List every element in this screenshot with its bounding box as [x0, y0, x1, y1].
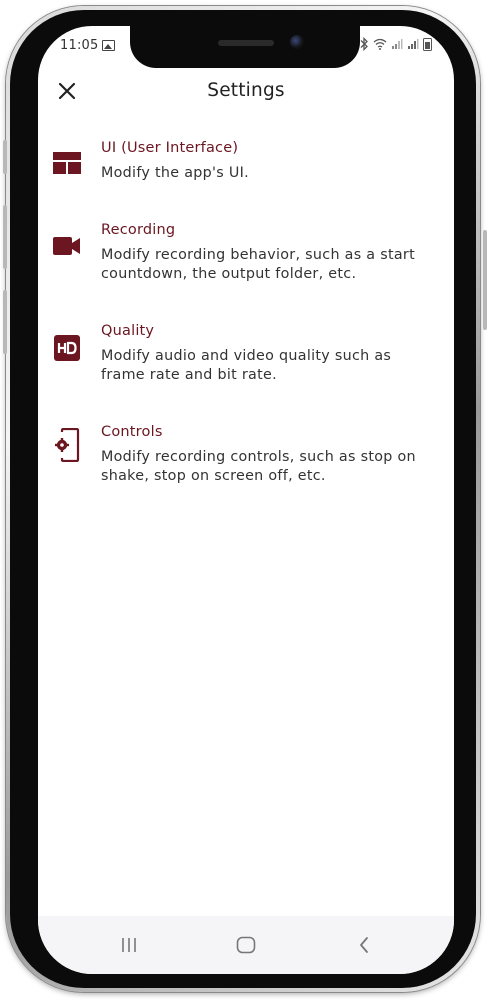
recent-apps-icon [122, 938, 136, 952]
notch [130, 26, 360, 68]
status-icons [359, 37, 432, 51]
status-time: 11:05 [60, 38, 99, 53]
video-camera-icon [53, 237, 80, 255]
home-button[interactable] [231, 930, 261, 960]
side-button-left-middle [3, 205, 7, 269]
settings-item-description: Modify the app's UI. [101, 165, 249, 181]
settings-item-title: Controls [101, 424, 163, 440]
settings-item-description: Modify recording controls, such as stop … [101, 449, 416, 484]
home-icon [236, 936, 256, 954]
settings-item-title: Quality [101, 323, 155, 339]
phone-settings-icon-wrap [52, 428, 82, 462]
settings-item-title: Recording [101, 222, 176, 238]
signal-icon-1 [392, 39, 403, 49]
page-title: Settings [207, 80, 285, 101]
settings-item-description: Modify recording behavior, such as a sta… [101, 247, 416, 282]
signal-icon-2 [408, 39, 419, 49]
recent-apps-button[interactable] [114, 930, 144, 960]
layout-icon-wrap [52, 148, 82, 178]
back-icon [360, 937, 368, 953]
navigation-bar [38, 916, 454, 974]
earpiece-speaker [218, 40, 274, 46]
gallery-notification-icon [102, 40, 115, 51]
back-button[interactable] [349, 930, 379, 960]
phone-settings-icon [55, 428, 80, 462]
settings-item-recording[interactable]: Recording Modify recording behavior, suc… [38, 220, 454, 321]
settings-item-quality[interactable]: Quality Modify audio and video quality s… [38, 321, 454, 422]
settings-list: UI (User Interface) Modify the app's UI.… [38, 138, 454, 523]
side-button-right [483, 230, 487, 330]
settings-item-description: Modify audio and video quality such as f… [101, 348, 392, 383]
settings-item-title: UI (User Interface) [101, 140, 239, 156]
side-button-left-bottom [3, 290, 7, 354]
wifi-icon [373, 38, 387, 50]
hd-icon [54, 335, 80, 361]
side-button-left-top [3, 140, 7, 174]
layout-icon [53, 152, 81, 174]
settings-item-controls[interactable]: Controls Modify recording controls, such… [38, 422, 454, 523]
video-camera-icon-wrap [52, 231, 82, 261]
bluetooth-icon [360, 37, 368, 51]
front-camera [290, 35, 304, 49]
settings-item-ui[interactable]: UI (User Interface) Modify the app's UI. [38, 138, 454, 220]
phone-screen: 11:05 Settings UI (User Interface) Modif… [38, 26, 454, 974]
battery-icon [423, 37, 432, 51]
hd-icon-wrap [52, 333, 82, 363]
